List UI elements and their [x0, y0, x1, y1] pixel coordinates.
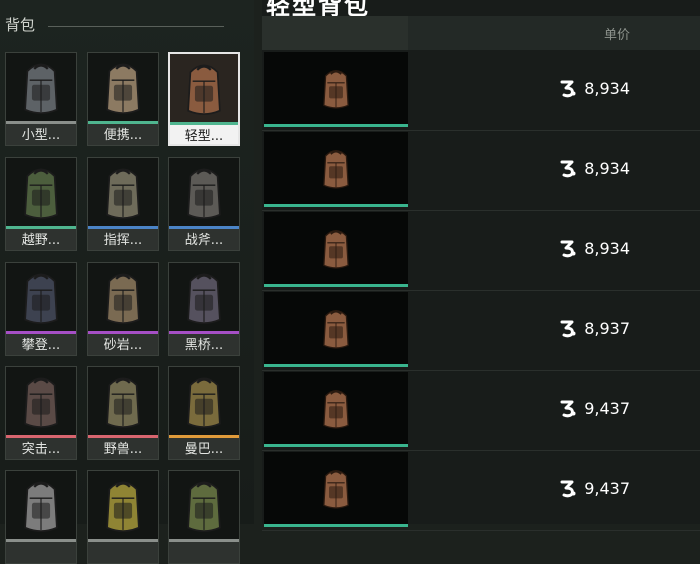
tile-label: [6, 542, 76, 563]
tile-label: 战斧...: [169, 229, 239, 250]
listing-thumbnail: [264, 292, 408, 364]
backpack-tile[interactable]: 黑桥...: [168, 262, 240, 356]
listing-thumbnail: [264, 452, 408, 524]
backpack-image: [88, 53, 158, 121]
category-title: 背包: [5, 16, 36, 34]
price-value: 9,437: [584, 478, 630, 498]
currency-icon: [560, 160, 576, 178]
listing-row[interactable]: 8,934: [262, 132, 700, 211]
backpack-image: [310, 214, 362, 282]
rarity-bar: [264, 364, 408, 367]
tile-label: [88, 542, 158, 563]
backpack-image: [310, 294, 362, 362]
price-value: 8,934: [584, 238, 630, 258]
rarity-bar: [264, 284, 408, 287]
tile-label: 便携...: [88, 124, 158, 145]
tile-label: 突击...: [6, 438, 76, 459]
rarity-bar: [264, 524, 408, 527]
tile-label: 砂岩...: [88, 334, 158, 355]
backpack-image: [88, 471, 158, 539]
backpack-tile[interactable]: 砂岩...: [87, 262, 159, 356]
backpack-image: [169, 158, 239, 226]
column-header-price: 单价: [603, 28, 630, 43]
backpack-image: [169, 367, 239, 435]
backpack-image: [88, 367, 158, 435]
backpack-tile[interactable]: 轻型...: [168, 52, 240, 146]
rarity-bar: [264, 124, 408, 127]
backpack-image: [169, 471, 239, 539]
tile-label: 轻型...: [170, 125, 238, 144]
unit-price: 8,937: [558, 318, 630, 338]
backpack-tile[interactable]: 越野...: [5, 157, 77, 251]
tile-label: 小型...: [6, 124, 76, 145]
backpack-image: [169, 263, 239, 331]
backpack-tile[interactable]: 便携...: [87, 52, 159, 146]
listing-row[interactable]: 8,934: [262, 52, 700, 131]
unit-price: 9,437: [558, 478, 630, 498]
listing-thumbnail: [264, 52, 408, 124]
listing-thumbnail: [264, 132, 408, 204]
backpack-image: [6, 367, 76, 435]
tile-label: 指挥...: [88, 229, 158, 250]
price-value: 9,437: [584, 398, 630, 418]
listing-thumbnail: [264, 212, 408, 284]
unit-price: 8,934: [558, 238, 630, 258]
rarity-bar: [264, 204, 408, 207]
unit-price: 8,934: [558, 158, 630, 178]
backpack-tile[interactable]: 突击...: [5, 366, 77, 460]
currency-icon: [560, 400, 576, 418]
category-panel: 背包 小型... 便携... 轻型... 越野... 指挥... 战斧... 攀登... 砂岩…: [0, 0, 254, 564]
rarity-bar: [264, 444, 408, 447]
listing-thumbnail: [264, 372, 408, 444]
backpack-image: [310, 134, 362, 202]
currency-icon: [560, 240, 576, 258]
listing-panel: 轻型背包 单价 8,934 8,934 8,934 8,937 9,437 9,437: [262, 0, 700, 531]
backpack-image: [6, 158, 76, 226]
currency-icon: [560, 80, 576, 98]
currency-icon: [560, 480, 576, 498]
backpack-tile[interactable]: 指挥...: [87, 157, 159, 251]
tile-label: 曼巴...: [169, 438, 239, 459]
backpack-tile[interactable]: [5, 470, 77, 564]
backpack-image: [88, 263, 158, 331]
backpack-tile[interactable]: [87, 470, 159, 564]
price-value: 8,934: [584, 158, 630, 178]
unit-price: 8,934: [558, 78, 630, 98]
backpack-tile[interactable]: 曼巴...: [168, 366, 240, 460]
backpack-tile[interactable]: 小型...: [5, 52, 77, 146]
tile-label: 越野...: [6, 229, 76, 250]
backpack-tile[interactable]: [168, 470, 240, 564]
price-value: 8,937: [584, 318, 630, 338]
backpack-tile[interactable]: 野兽...: [87, 366, 159, 460]
unit-price: 9,437: [558, 398, 630, 418]
tile-label: [169, 542, 239, 563]
currency-icon: [560, 320, 576, 338]
backpack-image: [310, 454, 362, 522]
price-value: 8,934: [584, 78, 630, 98]
divider: [48, 26, 224, 27]
backpack-tile[interactable]: 战斧...: [168, 157, 240, 251]
backpack-image: [310, 374, 362, 442]
backpack-image: [6, 263, 76, 331]
tile-label: 野兽...: [88, 438, 158, 459]
listing-row[interactable]: 9,437: [262, 372, 700, 451]
listing-row[interactable]: 8,937: [262, 292, 700, 371]
listing-row[interactable]: 8,934: [262, 212, 700, 291]
backpack-image: [170, 54, 238, 122]
table-header-thumb-column: [262, 16, 408, 50]
listing-row[interactable]: 9,437: [262, 452, 700, 531]
backpack-tile[interactable]: 攀登...: [5, 262, 77, 356]
backpack-image: [6, 471, 76, 539]
backpack-image: [310, 54, 362, 122]
backpack-image: [6, 53, 76, 121]
tile-label: 黑桥...: [169, 334, 239, 355]
backpack-image: [88, 158, 158, 226]
tile-label: 攀登...: [6, 334, 76, 355]
